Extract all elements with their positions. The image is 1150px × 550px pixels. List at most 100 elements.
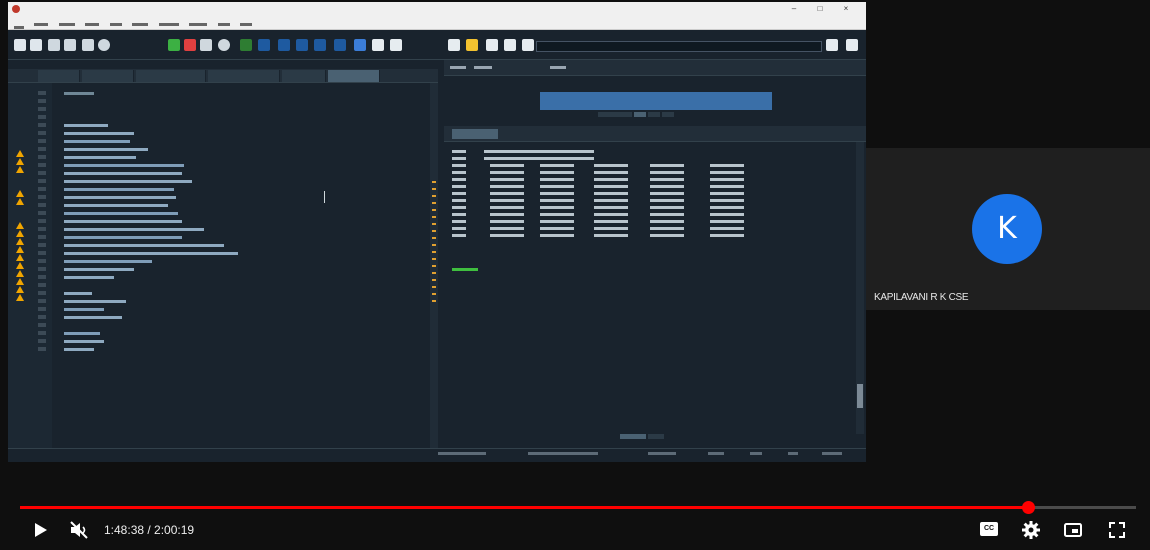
line-number — [38, 171, 46, 175]
line-number — [38, 283, 46, 287]
editor-tab[interactable] — [282, 70, 326, 82]
console-cell — [540, 213, 574, 216]
console-header — [444, 126, 866, 142]
stop-icon[interactable] — [184, 39, 196, 51]
pane-tab[interactable] — [648, 112, 660, 117]
console-cell — [452, 220, 466, 223]
browse-folder-icon[interactable] — [826, 39, 838, 51]
console-cell — [650, 234, 684, 237]
settings-icon[interactable] — [98, 39, 110, 51]
play-icon — [35, 523, 47, 537]
console-cell — [594, 199, 628, 202]
console-cell — [540, 192, 574, 195]
code-line — [64, 188, 174, 191]
warning-icon — [16, 270, 24, 277]
warning-marker — [432, 237, 436, 239]
working-dir-icon[interactable] — [522, 39, 534, 51]
console-scroll-thumb[interactable] — [857, 384, 863, 408]
editor-tab[interactable] — [82, 70, 134, 82]
console-cell — [594, 213, 628, 216]
line-number — [38, 347, 46, 351]
settings-button[interactable] — [1020, 519, 1042, 541]
pane-tab[interactable] — [662, 112, 674, 117]
stop-debug-icon[interactable] — [334, 39, 346, 51]
open-file-icon[interactable] — [30, 39, 42, 51]
warning-marker — [432, 258, 436, 260]
code-line — [64, 268, 134, 271]
wrench-icon[interactable] — [448, 39, 460, 51]
console-cell — [452, 192, 466, 195]
editor-scrollbar[interactable] — [430, 83, 438, 462]
console-cell — [452, 234, 466, 237]
progress-scrubber[interactable] — [1021, 501, 1035, 514]
working-directory-field[interactable] — [536, 41, 822, 52]
code-line — [64, 260, 152, 263]
mute-button[interactable] — [68, 519, 90, 541]
continue-icon[interactable] — [314, 39, 326, 51]
editor-tab[interactable] — [208, 70, 280, 82]
line-number — [38, 195, 46, 199]
back-arrow-icon[interactable] — [486, 39, 498, 51]
forward-arrow-icon[interactable] — [504, 39, 516, 51]
console-cell — [710, 164, 744, 167]
console-cell — [560, 150, 594, 153]
code-line — [64, 220, 182, 223]
warning-icon — [16, 222, 24, 229]
editor-tab-active[interactable] — [328, 70, 380, 82]
print-icon[interactable] — [82, 39, 94, 51]
step-return-icon[interactable] — [296, 39, 308, 51]
warning-icon — [16, 198, 24, 205]
run-icon[interactable] — [168, 39, 180, 51]
menu-bar — [8, 16, 866, 30]
maximize-icon[interactable]: □ — [808, 2, 832, 16]
console-cell — [710, 220, 744, 223]
pane-tab[interactable] — [620, 434, 646, 439]
fullscreen-button[interactable] — [1106, 519, 1128, 541]
console-scrollbar[interactable] — [856, 142, 864, 434]
save-icon[interactable] — [48, 39, 60, 51]
parent-dir-icon[interactable] — [846, 39, 858, 51]
console-cell — [540, 227, 574, 230]
save-all-icon[interactable] — [64, 39, 76, 51]
console-cell — [650, 199, 684, 202]
editor-tab[interactable] — [136, 70, 206, 82]
ipython-console[interactable] — [444, 142, 866, 434]
pane-tab[interactable] — [648, 434, 664, 439]
miniplayer-button[interactable] — [1062, 519, 1084, 541]
run-cell-icon[interactable] — [200, 39, 212, 51]
step-icon[interactable] — [258, 39, 270, 51]
preferences-icon[interactable] — [390, 39, 402, 51]
closed-captions-button[interactable]: CC — [980, 522, 998, 536]
python-path-icon[interactable] — [466, 39, 478, 51]
line-number — [38, 187, 46, 191]
console-cell — [490, 220, 524, 223]
step-into-icon[interactable] — [278, 39, 290, 51]
editor-tab[interactable] — [38, 70, 80, 82]
code-line — [64, 148, 148, 151]
maximize-pane-icon[interactable] — [354, 39, 366, 51]
line-number — [38, 299, 46, 303]
console-cell — [490, 178, 524, 181]
warning-icon — [16, 294, 24, 301]
code-editor[interactable] — [8, 83, 428, 462]
pane-tab[interactable] — [634, 112, 646, 117]
console-tab[interactable] — [452, 129, 498, 139]
close-icon[interactable]: × — [834, 2, 858, 16]
console-cell — [710, 213, 744, 216]
warning-icon — [16, 190, 24, 197]
console-cell — [650, 213, 684, 216]
pane-tab[interactable] — [598, 112, 632, 117]
play-button[interactable] — [30, 519, 50, 541]
warning-icon — [16, 230, 24, 237]
debug-icon[interactable] — [240, 39, 252, 51]
progress-bar[interactable] — [20, 506, 1136, 509]
console-cell — [650, 220, 684, 223]
line-number — [38, 219, 46, 223]
help-pane-tabs — [598, 112, 676, 118]
console-cell — [710, 171, 744, 174]
fullscreen-pane-icon[interactable] — [372, 39, 384, 51]
refresh-icon[interactable] — [218, 39, 230, 51]
console-cell — [594, 234, 628, 237]
new-file-icon[interactable] — [14, 39, 26, 51]
minimize-icon[interactable]: – — [782, 2, 806, 16]
